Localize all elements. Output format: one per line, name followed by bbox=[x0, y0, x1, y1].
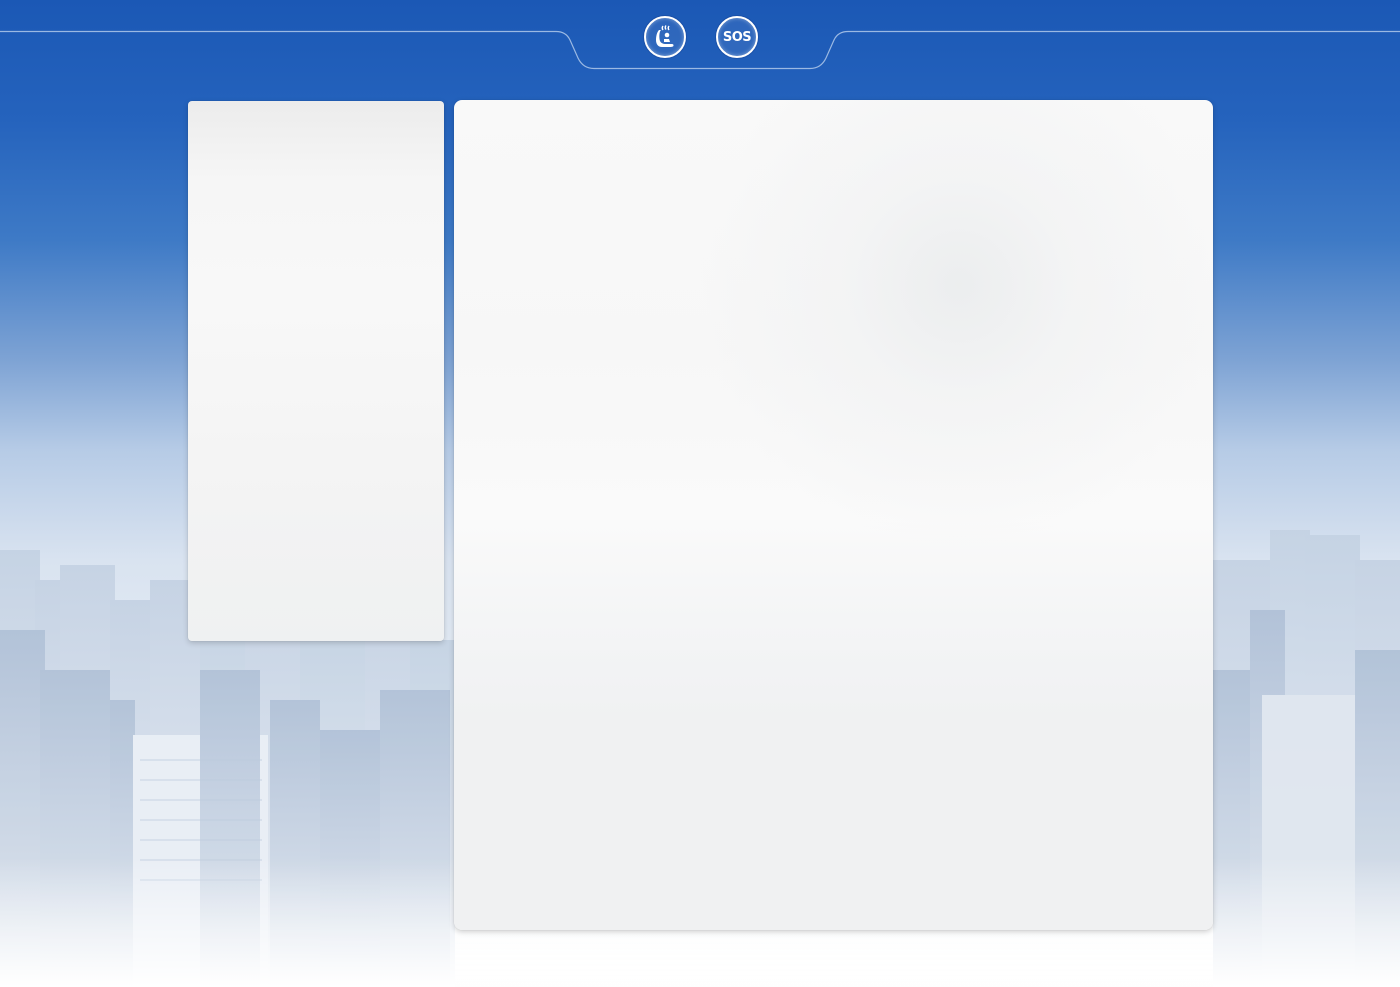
header-frame-line bbox=[0, 30, 1400, 70]
sos-button[interactable]: SOS bbox=[716, 16, 758, 58]
massage-seat-button[interactable] bbox=[644, 16, 686, 58]
massage-seat-icon bbox=[656, 25, 674, 47]
main-content-panel bbox=[454, 100, 1213, 930]
sos-label: SOS bbox=[722, 29, 752, 45]
left-content-panel bbox=[188, 101, 444, 641]
